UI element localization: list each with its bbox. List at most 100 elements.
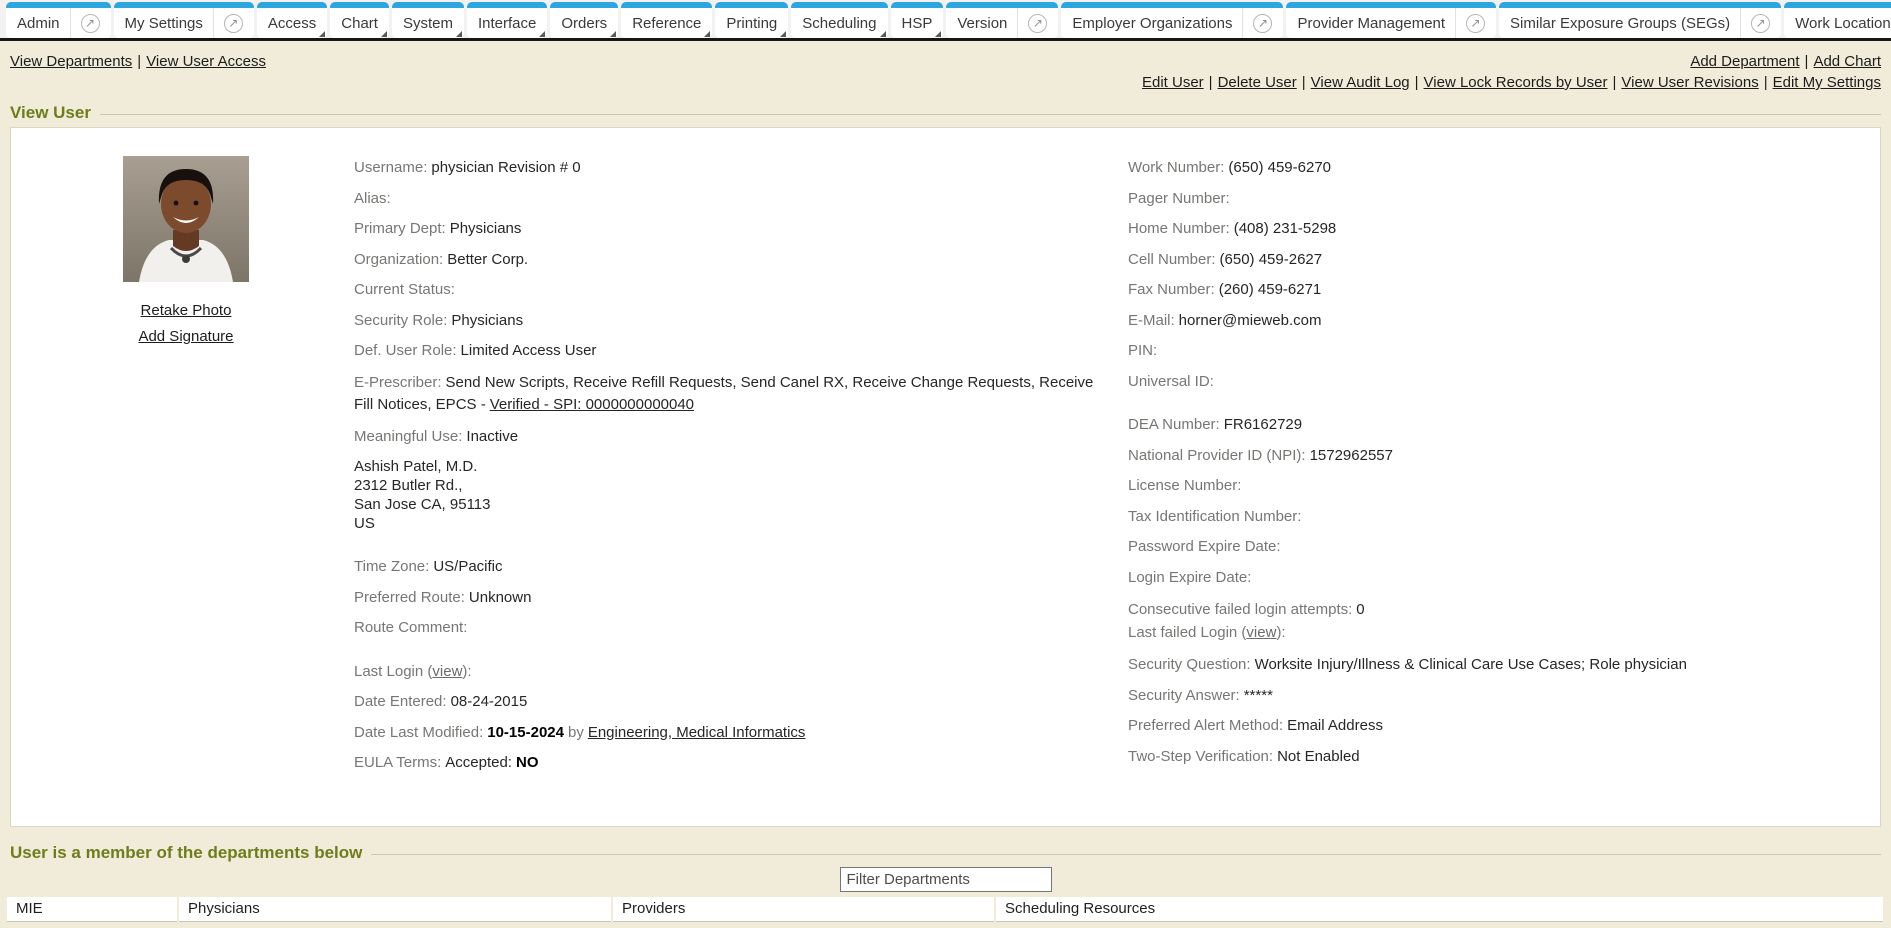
link-add-chart[interactable]: Add Chart	[1813, 53, 1881, 70]
field-label: License Number:	[1128, 477, 1241, 494]
tab-admin[interactable]: Admin↗	[6, 2, 111, 38]
department-cell-physicians: Physicians	[179, 897, 611, 922]
tab-label: Employer Organizations	[1072, 15, 1232, 32]
field-last-login: Last Login (view):	[354, 662, 1099, 682]
tab-scheduling[interactable]: Scheduling	[791, 2, 887, 38]
tab-label: Provider Management	[1297, 15, 1445, 32]
filter-departments-input[interactable]	[840, 867, 1052, 892]
external-link-icon[interactable]: ↗	[1466, 14, 1485, 33]
last-failed-login-view-link[interactable]: view	[1246, 624, 1276, 641]
link-view-user-revisions[interactable]: View User Revisions	[1621, 74, 1758, 91]
external-link-icon[interactable]: ↗	[1253, 14, 1272, 33]
tab-icon-divider: ↗	[1455, 8, 1485, 38]
external-link-icon[interactable]: ↗	[224, 14, 243, 33]
tab-reference[interactable]: Reference	[621, 2, 712, 38]
address-line: US	[354, 514, 1099, 533]
field-label: ):	[1276, 624, 1285, 641]
tab-label: Reference	[632, 15, 701, 32]
field-last-failed-login: Last failed Login (view):	[1128, 621, 1888, 644]
tab-employer-organizations[interactable]: Employer Organizations ↗	[1061, 2, 1283, 38]
field-label: Pager Number:	[1128, 190, 1230, 207]
separator: |	[137, 53, 141, 70]
tab-work-locations[interactable]: Work Locations↗	[1784, 2, 1891, 38]
field-preferred-alert: Preferred Alert Method:Email Address	[1128, 716, 1888, 736]
field-value: horner@mieweb.com	[1179, 312, 1322, 329]
tab-interface[interactable]: Interface	[467, 2, 547, 38]
field-label: Preferred Alert Method:	[1128, 717, 1283, 734]
tab-my-settings[interactable]: My Settings↗	[114, 2, 254, 38]
user-details-right: Work Number:(650) 459-6270 Pager Number:…	[1128, 158, 1888, 777]
field-password-expire: Password Expire Date:	[1128, 537, 1888, 557]
external-link-icon[interactable]: ↗	[1751, 14, 1770, 33]
separator: |	[1613, 74, 1617, 91]
field-label: Two-Step Verification:	[1128, 748, 1273, 765]
tab-similar-exposure-groups-segs[interactable]: Similar Exposure Groups (SEGs)↗	[1499, 2, 1781, 38]
external-link-icon[interactable]: ↗	[1028, 14, 1047, 33]
field-label: Universal ID:	[1128, 373, 1214, 390]
link-edit-user[interactable]: Edit User	[1142, 74, 1204, 91]
field-value: (650) 459-2627	[1220, 251, 1323, 268]
photo-column: Retake Photo Add Signature	[119, 156, 253, 345]
tab-printing[interactable]: Printing	[715, 2, 788, 38]
tab-orders[interactable]: Orders	[550, 2, 618, 38]
user-photo	[123, 156, 249, 282]
field-time-zone: Time Zone:US/Pacific	[354, 557, 1099, 577]
add-signature-link[interactable]: Add Signature	[138, 328, 233, 345]
link-delete-user[interactable]: Delete User	[1218, 74, 1297, 91]
tab-label: Access	[268, 15, 316, 32]
field-login-expire: Login Expire Date:	[1128, 568, 1888, 588]
field-label: Organization:	[354, 251, 443, 268]
top-nav: Admin↗My Settings↗ Access ChartSystemInter…	[0, 0, 1891, 41]
field-primary-dept: Primary Dept:Physicians	[354, 219, 1099, 239]
external-link-icon[interactable]: ↗	[81, 14, 100, 33]
department-cell-providers: Providers	[613, 897, 994, 922]
field-date-entered: Date Entered:08-24-2015	[354, 692, 1099, 712]
link-view-departments[interactable]: View Departments	[10, 53, 132, 70]
tab-provider-management[interactable]: Provider Management ↗	[1286, 2, 1496, 38]
field-home-number: Home Number:(408) 231-5298	[1128, 219, 1888, 239]
field-meaningful-use: Meaningful Use:Inactive	[354, 427, 1099, 447]
quicklinks-right: Add Department|Add Chart	[1690, 53, 1881, 70]
epcs-verified-spi-link[interactable]: Verified - SPI: 0000000000040	[490, 396, 694, 413]
separator: |	[1302, 74, 1306, 91]
filter-row	[0, 867, 1891, 892]
modified-by-user-link[interactable]: Engineering, Medical Informatics	[588, 724, 806, 741]
field-license-number: License Number:	[1128, 476, 1888, 496]
tab-label: Version	[957, 15, 1007, 32]
field-pin: PIN:	[1128, 341, 1888, 361]
field-label: ):	[462, 663, 471, 680]
field-label: Fax Number:	[1128, 281, 1215, 298]
field-def-user-role: Def. User Role:Limited Access User	[354, 341, 1099, 361]
tab-icon-divider: ↗	[1242, 8, 1272, 38]
departments-title: User is a member of the departments belo…	[10, 843, 362, 863]
field-value: Unknown	[469, 589, 532, 606]
tab-label: Scheduling	[802, 15, 876, 32]
field-value: Better Corp.	[447, 251, 528, 268]
dropdown-corner-icon	[704, 31, 710, 37]
field-preferred-route: Preferred Route:Unknown	[354, 588, 1099, 608]
user-actions-row: Edit User|Delete User|View Audit Log|Vie…	[10, 74, 1881, 91]
field-value: FR6162729	[1224, 416, 1302, 433]
link-add-department[interactable]: Add Department	[1690, 53, 1799, 70]
tab-version[interactable]: Version ↗	[946, 2, 1058, 38]
link-edit-my-settings[interactable]: Edit My Settings	[1773, 74, 1881, 91]
last-login-view-link[interactable]: view	[432, 663, 462, 680]
link-view-audit-log[interactable]: View Audit Log	[1311, 74, 1410, 91]
tab-chart[interactable]: Chart	[330, 2, 389, 38]
retake-photo-link[interactable]: Retake Photo	[141, 302, 232, 319]
field-label: Consecutive failed login attempts:	[1128, 601, 1352, 618]
tab-label: Printing	[726, 15, 777, 32]
field-value: Accepted:	[445, 754, 512, 771]
header-rule	[100, 114, 1881, 115]
field-value: (650) 459-6270	[1228, 159, 1331, 176]
tab-hsp[interactable]: HSP	[891, 2, 944, 38]
tab-icon-divider: ↗	[1740, 8, 1770, 38]
link-view-lock-records[interactable]: View Lock Records by User	[1424, 74, 1608, 91]
link-view-user-access[interactable]: View User Access	[146, 53, 266, 70]
field-fax-number: Fax Number:(260) 459-6271	[1128, 280, 1888, 300]
tab-system[interactable]: System	[392, 2, 464, 38]
tab-access[interactable]: Access	[257, 2, 327, 38]
field-label: Password Expire Date:	[1128, 538, 1281, 555]
dropdown-corner-icon	[880, 31, 886, 37]
field-npi: National Provider ID (NPI):1572962557	[1128, 446, 1888, 466]
